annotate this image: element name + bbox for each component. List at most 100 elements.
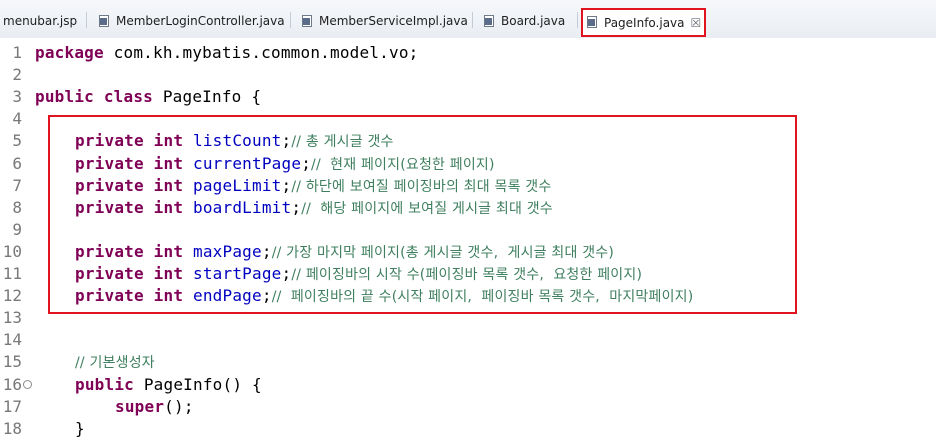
field-name-token: boardLimit: [193, 197, 292, 217]
editor-tab-bar: menubar.jsp MemberLoginController.java M…: [0, 0, 936, 39]
code-line[interactable]: 5 private int listCount;// 총 게시글 갯수: [0, 130, 936, 152]
keyword-token: private int: [75, 131, 184, 151]
tab-board[interactable]: Board.java: [484, 9, 565, 33]
code-line[interactable]: 10 private int maxPage;// 가장 마지막 페이지(총 게시…: [0, 241, 936, 263]
comment-token: // 페이징바의 끝 수(시작 페이지, 페이징바 목록 갯수, 마지막페이지): [271, 289, 694, 306]
line-number: 12: [2, 286, 22, 306]
keyword-token: super: [115, 396, 165, 416]
code-text: public PageInfo() {: [75, 374, 262, 396]
punctuation-token: ;: [281, 264, 292, 283]
line-number: 16: [2, 374, 22, 394]
code-token: PageInfo() {: [134, 374, 262, 394]
code-line[interactable]: 2: [0, 64, 936, 86]
code-line[interactable]: 6 private int currentPage;// 현재 페이지(요청한 페…: [0, 153, 936, 175]
comment-token: // 총 게시글 갯수: [291, 134, 394, 151]
code-text: private int maxPage;// 가장 마지막 페이지(총 게시글 …: [75, 241, 614, 264]
comment-token: // 가장 마지막 페이지(총 게시글 갯수, 게시글 최대 갯수): [271, 244, 615, 261]
code-line[interactable]: 16 public PageInfo() {: [0, 374, 936, 396]
tab-label: menubar.jsp: [3, 14, 78, 28]
code-token: com.kh.mybatis.common.model.vo;: [103, 43, 419, 62]
code-text: private int endPage;// 페이징바의 끝 수(시작 페이지,…: [75, 285, 693, 308]
code-editor[interactable]: 1 package com.kh.mybatis.common.model.vo;…: [0, 38, 936, 445]
line-number: 17: [2, 396, 22, 416]
code-line[interactable]: 15 // 기본생성자: [0, 351, 936, 373]
code-text: private int startPage;// 페이징바의 시작 수(페이징바…: [75, 263, 642, 286]
code-token: }: [75, 418, 85, 438]
field-name-token: maxPage: [193, 241, 262, 261]
line-number: 2: [12, 65, 22, 85]
java-file-icon: [587, 16, 598, 29]
java-file-icon: [302, 14, 313, 28]
code-line[interactable]: 4: [0, 108, 936, 130]
keyword-token: private int: [75, 153, 184, 173]
comment-token: // 하단에 보여질 페이징바의 최대 목록 갯수: [291, 178, 552, 195]
code-line[interactable]: 7 private int pageLimit;// 하단에 보여질 페이징바의 …: [0, 175, 936, 197]
fold-toggle-icon[interactable]: [23, 379, 32, 389]
tab-divider: [86, 12, 87, 28]
code-text: private int boardLimit;// 해당 페이지에 보여질 게시…: [75, 197, 553, 220]
field-name-token: pageLimit: [193, 175, 282, 195]
code-text: // 기본생성자: [75, 351, 155, 374]
code-line[interactable]: 9: [0, 219, 936, 241]
code-line[interactable]: 11 private int startPage;// 페이징바의 시작 수(페이…: [0, 263, 936, 285]
line-number: 3: [12, 87, 22, 107]
comment-token: // 기본생성자: [75, 355, 155, 372]
java-file-icon: [99, 14, 110, 28]
code-text: public class PageInfo {: [35, 86, 261, 108]
code-text: super();: [115, 396, 194, 418]
tab-divider: [577, 12, 578, 28]
code-token: PageInfo {: [153, 87, 262, 107]
java-file-icon: [484, 14, 495, 28]
field-name-token: startPage: [193, 264, 282, 283]
code-line[interactable]: 13: [0, 307, 936, 329]
line-number: 5: [12, 131, 22, 151]
field-name-token: currentPage: [193, 153, 302, 173]
tab-divider: [472, 12, 473, 28]
keyword-token: private int: [75, 286, 184, 306]
line-number: 10: [2, 241, 22, 261]
code-line[interactable]: 18}: [0, 418, 936, 440]
tab-menubar-jsp[interactable]: menubar.jsp: [3, 9, 77, 33]
tab-label: MemberServiceImpl.java: [319, 14, 468, 28]
tab-page-info[interactable]: PageInfo.java ☒: [583, 10, 706, 35]
code-line[interactable]: 1 package com.kh.mybatis.common.model.vo;: [0, 42, 936, 64]
line-number: 7: [12, 175, 22, 195]
line-number: 11: [2, 264, 22, 283]
tab-label: MemberLoginController.java: [116, 14, 285, 28]
keyword-token: public class: [35, 87, 153, 107]
tab-member-login-controller[interactable]: MemberLoginController.java: [99, 9, 285, 33]
line-number: 13: [2, 308, 22, 328]
code-text: private int pageLimit;// 하단에 보여질 페이징바의 최…: [75, 175, 551, 198]
line-number: 14: [2, 330, 22, 350]
code-line[interactable]: 14: [0, 329, 936, 351]
code-text: }: [75, 418, 85, 440]
keyword-token: private int: [75, 264, 184, 283]
keyword-token: public: [75, 374, 134, 394]
code-text: private int currentPage;// 현재 페이지(요청한 페이…: [75, 153, 495, 176]
code-text: private int listCount;// 총 게시글 갯수: [75, 130, 394, 153]
code-line[interactable]: 17 super();: [0, 396, 936, 418]
punctuation-token: ;: [261, 286, 272, 306]
line-number: 8: [12, 197, 22, 217]
punctuation-token: ;: [281, 131, 292, 151]
comment-token: // 현재 페이지(요청한 페이지): [311, 156, 495, 173]
keyword-token: private int: [75, 197, 184, 217]
field-name-token: endPage: [193, 286, 262, 306]
code-line[interactable]: 3 public class PageInfo {: [0, 86, 936, 108]
tab-label: PageInfo.java: [604, 15, 685, 30]
code-line[interactable]: 8 private int boardLimit;// 해당 페이지에 보여질 게…: [0, 197, 936, 219]
tab-divider: [290, 12, 291, 28]
keyword-token: private int: [75, 241, 184, 261]
code-line[interactable]: 12 private int endPage;// 페이징바의 끝 수(시작 페이…: [0, 285, 936, 307]
punctuation-token: ;: [301, 153, 312, 173]
tab-member-service-impl[interactable]: MemberServiceImpl.java: [302, 9, 468, 33]
tab-label: Board.java: [501, 14, 566, 28]
comment-token: // 페이징바의 시작 수(페이징바 목록 갯수, 요청한 페이지): [291, 267, 643, 283]
field-name-token: listCount: [193, 131, 282, 151]
eclipse-editor-window: menubar.jsp MemberLoginController.java M…: [0, 0, 936, 445]
close-icon[interactable]: ☒: [691, 16, 702, 30]
code-token: ();: [164, 396, 194, 416]
line-number: 6: [12, 153, 22, 173]
punctuation-token: ;: [291, 197, 302, 217]
line-number: 4: [12, 109, 22, 129]
